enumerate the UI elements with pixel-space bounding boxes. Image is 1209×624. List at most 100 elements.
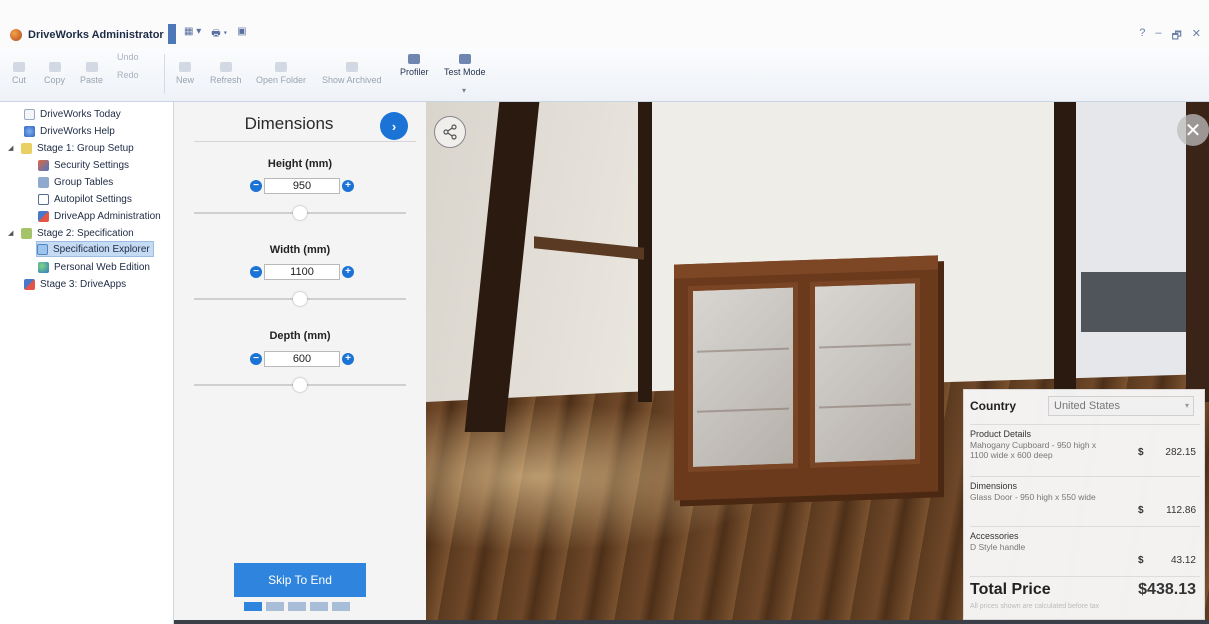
qat-print-icon[interactable]: 🖶 ▾ [211, 26, 227, 43]
undo-button[interactable]: Undo [117, 52, 139, 62]
close-window-button[interactable]: ✕ [1192, 27, 1201, 46]
restore-button[interactable]: 🗗 [1171, 27, 1181, 46]
minimize-button[interactable]: – [1155, 27, 1161, 46]
slider-thumb[interactable] [293, 292, 307, 306]
tree-item-driveapp-administration[interactable]: DriveApp Administration [38, 208, 161, 224]
tree-item-autopilot-settings[interactable]: Autopilot Settings [38, 191, 132, 207]
driveworks-logo-icon [10, 29, 22, 41]
stage-icon [21, 142, 32, 154]
height-decrease-button[interactable]: − [250, 180, 262, 192]
close-viewer-button[interactable]: ✕ [1177, 114, 1209, 146]
qat-layout-icon[interactable]: ▦ ▾ [184, 26, 201, 43]
new-button[interactable]: New [176, 62, 194, 85]
step-indicator[interactable] [244, 602, 262, 611]
ribbon-separator [164, 54, 165, 94]
expander-icon[interactable]: ◢ [8, 229, 16, 237]
expander-icon[interactable]: ◢ [8, 144, 16, 152]
price-line-title: Product Details [970, 429, 1032, 439]
paste-button[interactable]: Paste [80, 62, 103, 85]
step-indicator[interactable] [332, 602, 350, 611]
share-button[interactable] [434, 116, 466, 148]
next-step-button[interactable]: › [380, 112, 408, 140]
price-line-description: Glass Door - 950 high x 550 wide [970, 492, 1096, 502]
skip-to-end-button[interactable]: Skip To End [234, 563, 366, 597]
price-line-currency: $ [1138, 555, 1144, 566]
show-archived-button[interactable]: Show Archived [322, 62, 382, 85]
tree-item-stage-1[interactable]: ◢ Stage 1: Group Setup [8, 140, 134, 156]
tree-item-security-settings[interactable]: Security Settings [38, 157, 129, 173]
step-indicator[interactable] [288, 602, 306, 611]
test-mode-button[interactable]: Test Mode [444, 54, 486, 77]
driveapp-icon [38, 210, 49, 222]
cut-button[interactable]: Cut [12, 62, 26, 85]
timber-beam [1054, 102, 1076, 402]
country-value: United States [1054, 400, 1121, 412]
tree-item-stage-2[interactable]: ◢ Stage 2: Specification [8, 225, 134, 241]
step-indicator[interactable] [266, 602, 284, 611]
scissors-icon [13, 62, 25, 72]
help-button[interactable]: ? [1139, 27, 1145, 46]
slider-thumb[interactable] [293, 378, 307, 392]
paste-icon [85, 62, 98, 72]
tree-item-label: Specification Explorer [53, 243, 150, 255]
price-line-dimensions: Dimensions Glass Door - 950 high x 550 w… [970, 476, 1200, 524]
tree-item-driveworks-help[interactable]: DriveWorks Help [24, 123, 115, 139]
width-input[interactable]: 1100 [264, 264, 340, 280]
profiler-icon [408, 54, 421, 64]
copy-button[interactable]: Copy [44, 62, 65, 85]
price-line-amount: 112.86 [1166, 505, 1196, 516]
cupboard-model [674, 255, 938, 501]
height-increase-button[interactable]: + [342, 180, 354, 192]
height-label: Height (mm) [267, 158, 333, 170]
price-line-currency: $ [1138, 447, 1144, 458]
country-select[interactable]: United States ▾ [1048, 396, 1194, 416]
price-line-description: Mahogany Cupboard - 950 high x 1100 wide… [970, 440, 1097, 460]
timber-beam [1186, 102, 1209, 402]
height-input[interactable]: 950 [264, 178, 340, 194]
tree-item-personal-web-edition[interactable]: Personal Web Edition [38, 259, 150, 275]
depth-slider[interactable] [194, 378, 406, 392]
price-line-amount: 43.12 [1170, 555, 1196, 566]
depth-increase-button[interactable]: + [342, 353, 354, 365]
today-icon [24, 108, 35, 120]
open-folder-label: Open Folder [256, 75, 307, 85]
tree-item-label: Security Settings [54, 159, 130, 171]
new-icon [179, 62, 191, 72]
open-folder-button[interactable]: Open Folder [256, 62, 306, 85]
redo-button[interactable]: Redo [117, 70, 139, 80]
height-stepper: − 950 + [250, 178, 354, 194]
refresh-button[interactable]: Refresh [210, 62, 242, 85]
cupboard-shelf [819, 343, 911, 349]
cupboard-shelf [697, 407, 789, 413]
qat-window-icon[interactable]: ▣ [237, 26, 246, 43]
slider-thumb[interactable] [293, 206, 307, 220]
chevron-down-icon: ▾ [1184, 401, 1189, 410]
profiler-button[interactable]: Profiler [400, 54, 429, 77]
title-bar: DriveWorks Administrator ▦ ▾ 🖶 ▾ ▣ ? – 🗗… [0, 0, 1209, 48]
driveapps-icon [24, 278, 35, 290]
stage-icon [21, 227, 32, 239]
height-slider[interactable] [194, 206, 406, 220]
width-decrease-button[interactable]: − [250, 266, 262, 278]
ribbon-toolbar: Cut Copy Paste Undo Redo New Refresh Ope… [0, 48, 1209, 102]
app-title-text: DriveWorks Administrator [28, 29, 164, 41]
step-indicator[interactable] [310, 602, 328, 611]
tree-item-specification-explorer[interactable]: Specification Explorer [36, 241, 154, 257]
total-price-label: Total Price [970, 581, 1051, 598]
app-title: DriveWorks Administrator [10, 26, 164, 44]
new-label: New [176, 75, 195, 85]
tree-item-driveworks-today[interactable]: DriveWorks Today [24, 106, 121, 122]
paste-label: Paste [80, 75, 104, 85]
tree-item-stage-3[interactable]: Stage 3: DriveApps [24, 276, 126, 292]
ribbon-expand-icon[interactable]: ▾ [462, 86, 466, 95]
depth-input[interactable]: 600 [264, 351, 340, 367]
width-slider[interactable] [194, 292, 406, 306]
tree-item-group-tables[interactable]: Group Tables [38, 174, 113, 190]
profiler-label: Profiler [400, 67, 429, 77]
test-mode-label: Test Mode [444, 67, 486, 77]
depth-decrease-button[interactable]: − [250, 353, 262, 365]
price-line-product-details: Product Details Mahogany Cupboard - 950 … [970, 424, 1200, 472]
price-line-accessories: Accessories D Style handle $ 43.12 [970, 526, 1200, 574]
refresh-icon [219, 62, 232, 72]
width-increase-button[interactable]: + [342, 266, 354, 278]
